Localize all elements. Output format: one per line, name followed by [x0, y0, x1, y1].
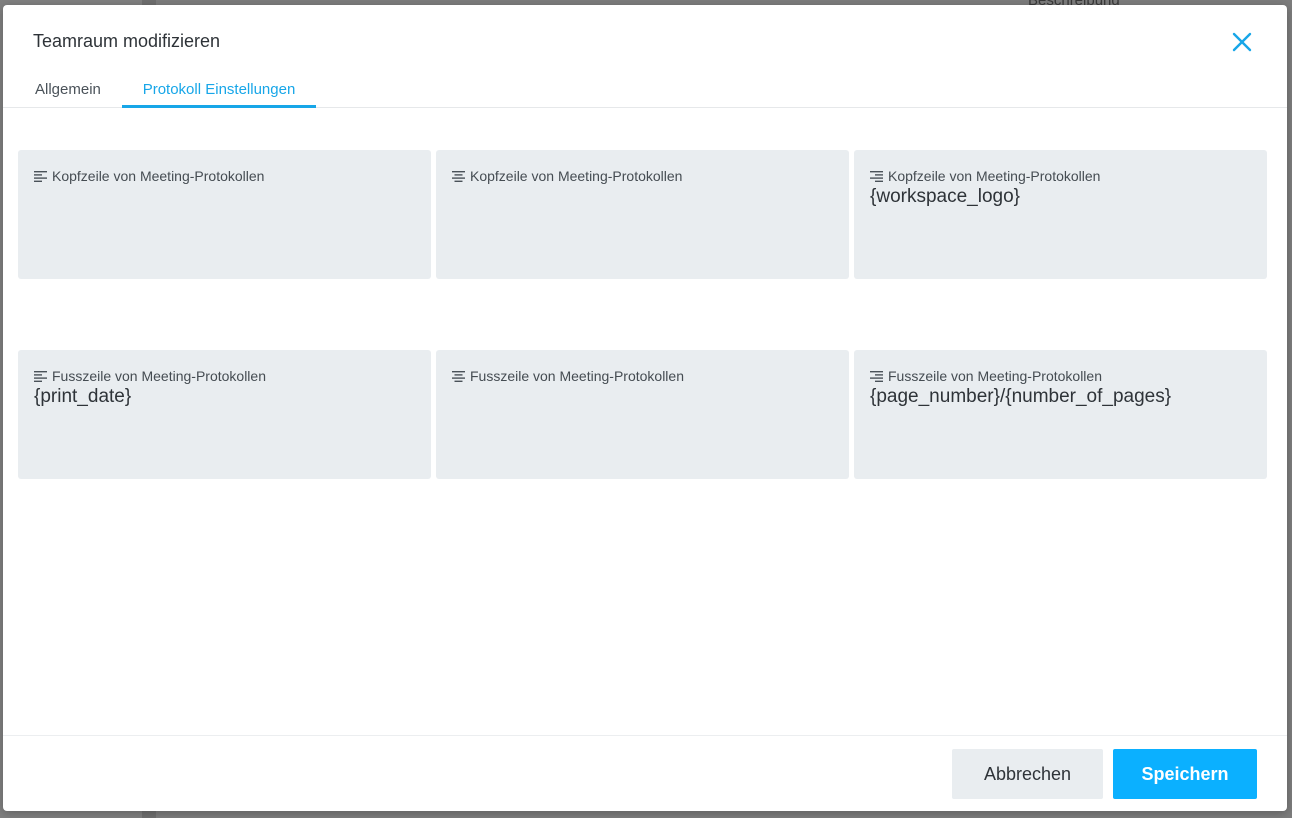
card-label-row: Kopfzeile von Meeting-Protokollen — [34, 168, 264, 184]
card-label: Kopfzeile von Meeting-Protokollen — [888, 168, 1101, 184]
close-button[interactable] — [1231, 31, 1253, 53]
card-label: Fusszeile von Meeting-Protokollen — [888, 368, 1102, 384]
header-left-card[interactable]: Kopfzeile von Meeting-Protokollen — [18, 150, 431, 279]
card-value: {page_number}/{number_of_pages} — [870, 386, 1172, 407]
card-label: Kopfzeile von Meeting-Protokollen — [470, 168, 683, 184]
align-center-icon — [452, 170, 465, 182]
footer-left-card[interactable]: Fusszeile von Meeting-Protokollen {print… — [18, 350, 431, 479]
edit-teamroom-dialog: Teamraum modifizieren Allgemein Protokol… — [3, 5, 1287, 811]
card-label-row: Kopfzeile von Meeting-Protokollen — [870, 168, 1100, 184]
tab-protocol-settings[interactable]: Protokoll Einstellungen — [122, 73, 316, 108]
footer-right-card[interactable]: Fusszeile von Meeting-Protokollen {page_… — [854, 350, 1267, 479]
card-label-row: Fusszeile von Meeting-Protokollen — [34, 368, 266, 384]
dialog-title: Teamraum modifizieren — [33, 31, 221, 51]
align-right-icon — [870, 170, 883, 182]
footer-center-card[interactable]: Fusszeile von Meeting-Protokollen — [436, 350, 849, 479]
tab-bar: Allgemein Protokoll Einstellungen — [3, 73, 1287, 108]
card-value: {workspace_logo} — [870, 186, 1020, 207]
cancel-button[interactable]: Abbrechen — [952, 749, 1103, 799]
card-label: Kopfzeile von Meeting-Protokollen — [52, 168, 265, 184]
card-label: Fusszeile von Meeting-Protokollen — [52, 368, 266, 384]
header-right-card[interactable]: Kopfzeile von Meeting-Protokollen {works… — [854, 150, 1267, 279]
align-left-icon — [34, 370, 47, 382]
dialog-footer: Abbrechen Speichern — [3, 735, 1287, 811]
align-right-icon — [870, 370, 883, 382]
card-label-row: Fusszeile von Meeting-Protokollen — [452, 368, 684, 384]
close-icon — [1232, 32, 1252, 52]
card-label-row: Kopfzeile von Meeting-Protokollen — [452, 168, 682, 184]
tab-general[interactable]: Allgemein — [35, 73, 101, 107]
card-label: Fusszeile von Meeting-Protokollen — [470, 368, 684, 384]
align-left-icon — [34, 170, 47, 182]
save-button[interactable]: Speichern — [1113, 749, 1257, 799]
align-center-icon — [452, 370, 465, 382]
card-label-row: Fusszeile von Meeting-Protokollen — [870, 368, 1102, 384]
header-center-card[interactable]: Kopfzeile von Meeting-Protokollen — [436, 150, 849, 279]
card-value: {print_date} — [34, 386, 132, 407]
